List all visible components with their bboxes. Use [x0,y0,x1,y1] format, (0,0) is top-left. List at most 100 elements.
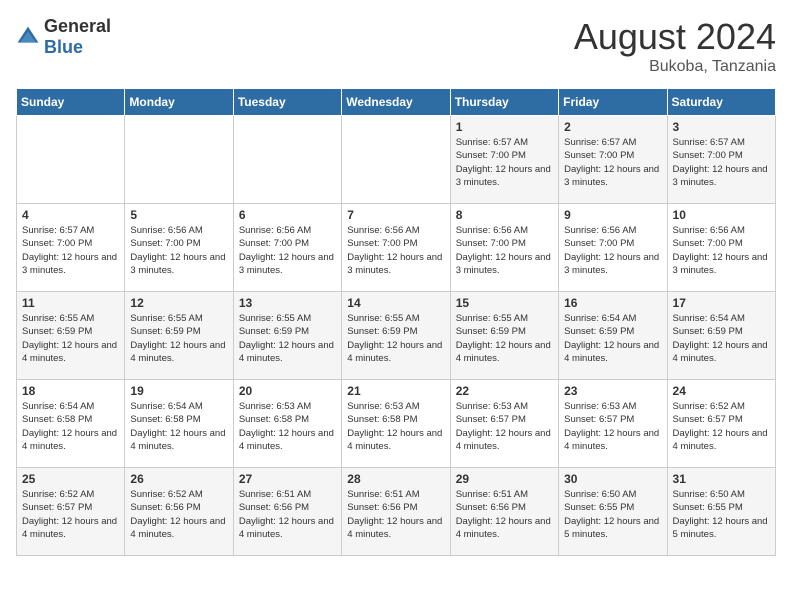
day-number: 28 [347,472,444,486]
cell-text: Sunrise: 6:55 AMSunset: 6:59 PMDaylight:… [22,313,117,364]
day-number: 3 [673,120,770,134]
cell-text: Sunrise: 6:52 AMSunset: 6:56 PMDaylight:… [130,489,225,540]
cell-text: Sunrise: 6:55 AMSunset: 6:59 PMDaylight:… [347,313,442,364]
calendar-cell: 24 Sunrise: 6:52 AMSunset: 6:57 PMDaylig… [667,380,775,468]
calendar-cell: 16 Sunrise: 6:54 AMSunset: 6:59 PMDaylig… [559,292,667,380]
header-sunday: Sunday [17,89,125,116]
day-number: 23 [564,384,661,398]
cell-text: Sunrise: 6:53 AMSunset: 6:58 PMDaylight:… [347,401,442,452]
week-row-4: 18 Sunrise: 6:54 AMSunset: 6:58 PMDaylig… [17,380,776,468]
cell-text: Sunrise: 6:56 AMSunset: 7:00 PMDaylight:… [673,225,768,276]
cell-text: Sunrise: 6:55 AMSunset: 6:59 PMDaylight:… [239,313,334,364]
header-tuesday: Tuesday [233,89,341,116]
day-number: 4 [22,208,119,222]
cell-text: Sunrise: 6:52 AMSunset: 6:57 PMDaylight:… [673,401,768,452]
calendar-cell: 13 Sunrise: 6:55 AMSunset: 6:59 PMDaylig… [233,292,341,380]
calendar-cell: 7 Sunrise: 6:56 AMSunset: 7:00 PMDayligh… [342,204,450,292]
day-number: 9 [564,208,661,222]
cell-text: Sunrise: 6:57 AMSunset: 7:00 PMDaylight:… [673,137,768,188]
day-number: 20 [239,384,336,398]
cell-text: Sunrise: 6:50 AMSunset: 6:55 PMDaylight:… [673,489,768,540]
day-number: 14 [347,296,444,310]
day-number: 19 [130,384,227,398]
calendar-cell: 21 Sunrise: 6:53 AMSunset: 6:58 PMDaylig… [342,380,450,468]
day-number: 27 [239,472,336,486]
day-number: 18 [22,384,119,398]
calendar-cell: 26 Sunrise: 6:52 AMSunset: 6:56 PMDaylig… [125,468,233,556]
calendar-cell: 4 Sunrise: 6:57 AMSunset: 7:00 PMDayligh… [17,204,125,292]
cell-text: Sunrise: 6:55 AMSunset: 6:59 PMDaylight:… [130,313,225,364]
day-number: 8 [456,208,553,222]
cell-text: Sunrise: 6:57 AMSunset: 7:00 PMDaylight:… [564,137,659,188]
logo: General Blue [16,16,111,58]
cell-text: Sunrise: 6:52 AMSunset: 6:57 PMDaylight:… [22,489,117,540]
calendar-cell: 18 Sunrise: 6:54 AMSunset: 6:58 PMDaylig… [17,380,125,468]
logo-blue: Blue [44,37,83,57]
day-number: 17 [673,296,770,310]
day-number: 24 [673,384,770,398]
calendar-cell: 6 Sunrise: 6:56 AMSunset: 7:00 PMDayligh… [233,204,341,292]
cell-text: Sunrise: 6:56 AMSunset: 7:00 PMDaylight:… [456,225,551,276]
page-header: General Blue August 2024 Bukoba, Tanzani… [16,16,776,76]
day-number: 2 [564,120,661,134]
calendar-cell: 3 Sunrise: 6:57 AMSunset: 7:00 PMDayligh… [667,116,775,204]
cell-text: Sunrise: 6:51 AMSunset: 6:56 PMDaylight:… [239,489,334,540]
subtitle: Bukoba, Tanzania [574,58,776,76]
calendar-cell [233,116,341,204]
calendar-cell: 22 Sunrise: 6:53 AMSunset: 6:57 PMDaylig… [450,380,558,468]
cell-text: Sunrise: 6:55 AMSunset: 6:59 PMDaylight:… [456,313,551,364]
calendar-cell: 1 Sunrise: 6:57 AMSunset: 7:00 PMDayligh… [450,116,558,204]
logo-icon [16,25,40,49]
calendar-cell: 20 Sunrise: 6:53 AMSunset: 6:58 PMDaylig… [233,380,341,468]
cell-text: Sunrise: 6:51 AMSunset: 6:56 PMDaylight:… [347,489,442,540]
cell-text: Sunrise: 6:53 AMSunset: 6:57 PMDaylight:… [456,401,551,452]
calendar-cell: 31 Sunrise: 6:50 AMSunset: 6:55 PMDaylig… [667,468,775,556]
day-number: 6 [239,208,336,222]
week-row-1: 1 Sunrise: 6:57 AMSunset: 7:00 PMDayligh… [17,116,776,204]
header-saturday: Saturday [667,89,775,116]
main-title: August 2024 [574,16,776,58]
day-number: 21 [347,384,444,398]
calendar-cell: 12 Sunrise: 6:55 AMSunset: 6:59 PMDaylig… [125,292,233,380]
calendar-cell [342,116,450,204]
day-number: 16 [564,296,661,310]
calendar-cell [125,116,233,204]
header-friday: Friday [559,89,667,116]
calendar-cell: 5 Sunrise: 6:56 AMSunset: 7:00 PMDayligh… [125,204,233,292]
day-number: 22 [456,384,553,398]
day-number: 10 [673,208,770,222]
calendar-cell: 15 Sunrise: 6:55 AMSunset: 6:59 PMDaylig… [450,292,558,380]
week-row-2: 4 Sunrise: 6:57 AMSunset: 7:00 PMDayligh… [17,204,776,292]
calendar-cell: 2 Sunrise: 6:57 AMSunset: 7:00 PMDayligh… [559,116,667,204]
day-number: 15 [456,296,553,310]
calendar-cell [17,116,125,204]
calendar-cell: 11 Sunrise: 6:55 AMSunset: 6:59 PMDaylig… [17,292,125,380]
cell-text: Sunrise: 6:53 AMSunset: 6:58 PMDaylight:… [239,401,334,452]
cell-text: Sunrise: 6:50 AMSunset: 6:55 PMDaylight:… [564,489,659,540]
day-number: 11 [22,296,119,310]
day-number: 29 [456,472,553,486]
day-number: 31 [673,472,770,486]
cell-text: Sunrise: 6:53 AMSunset: 6:57 PMDaylight:… [564,401,659,452]
title-block: August 2024 Bukoba, Tanzania [574,16,776,76]
cell-text: Sunrise: 6:54 AMSunset: 6:59 PMDaylight:… [564,313,659,364]
day-number: 1 [456,120,553,134]
calendar-cell: 9 Sunrise: 6:56 AMSunset: 7:00 PMDayligh… [559,204,667,292]
day-number: 5 [130,208,227,222]
calendar-cell: 8 Sunrise: 6:56 AMSunset: 7:00 PMDayligh… [450,204,558,292]
calendar-cell: 29 Sunrise: 6:51 AMSunset: 6:56 PMDaylig… [450,468,558,556]
cell-text: Sunrise: 6:57 AMSunset: 7:00 PMDaylight:… [456,137,551,188]
calendar-cell: 19 Sunrise: 6:54 AMSunset: 6:58 PMDaylig… [125,380,233,468]
week-row-5: 25 Sunrise: 6:52 AMSunset: 6:57 PMDaylig… [17,468,776,556]
calendar-cell: 14 Sunrise: 6:55 AMSunset: 6:59 PMDaylig… [342,292,450,380]
header-wednesday: Wednesday [342,89,450,116]
cell-text: Sunrise: 6:51 AMSunset: 6:56 PMDaylight:… [456,489,551,540]
cell-text: Sunrise: 6:56 AMSunset: 7:00 PMDaylight:… [564,225,659,276]
header-monday: Monday [125,89,233,116]
calendar-cell: 27 Sunrise: 6:51 AMSunset: 6:56 PMDaylig… [233,468,341,556]
day-number: 7 [347,208,444,222]
day-number: 26 [130,472,227,486]
logo-text: General Blue [44,16,111,58]
cell-text: Sunrise: 6:56 AMSunset: 7:00 PMDaylight:… [347,225,442,276]
calendar-cell: 10 Sunrise: 6:56 AMSunset: 7:00 PMDaylig… [667,204,775,292]
